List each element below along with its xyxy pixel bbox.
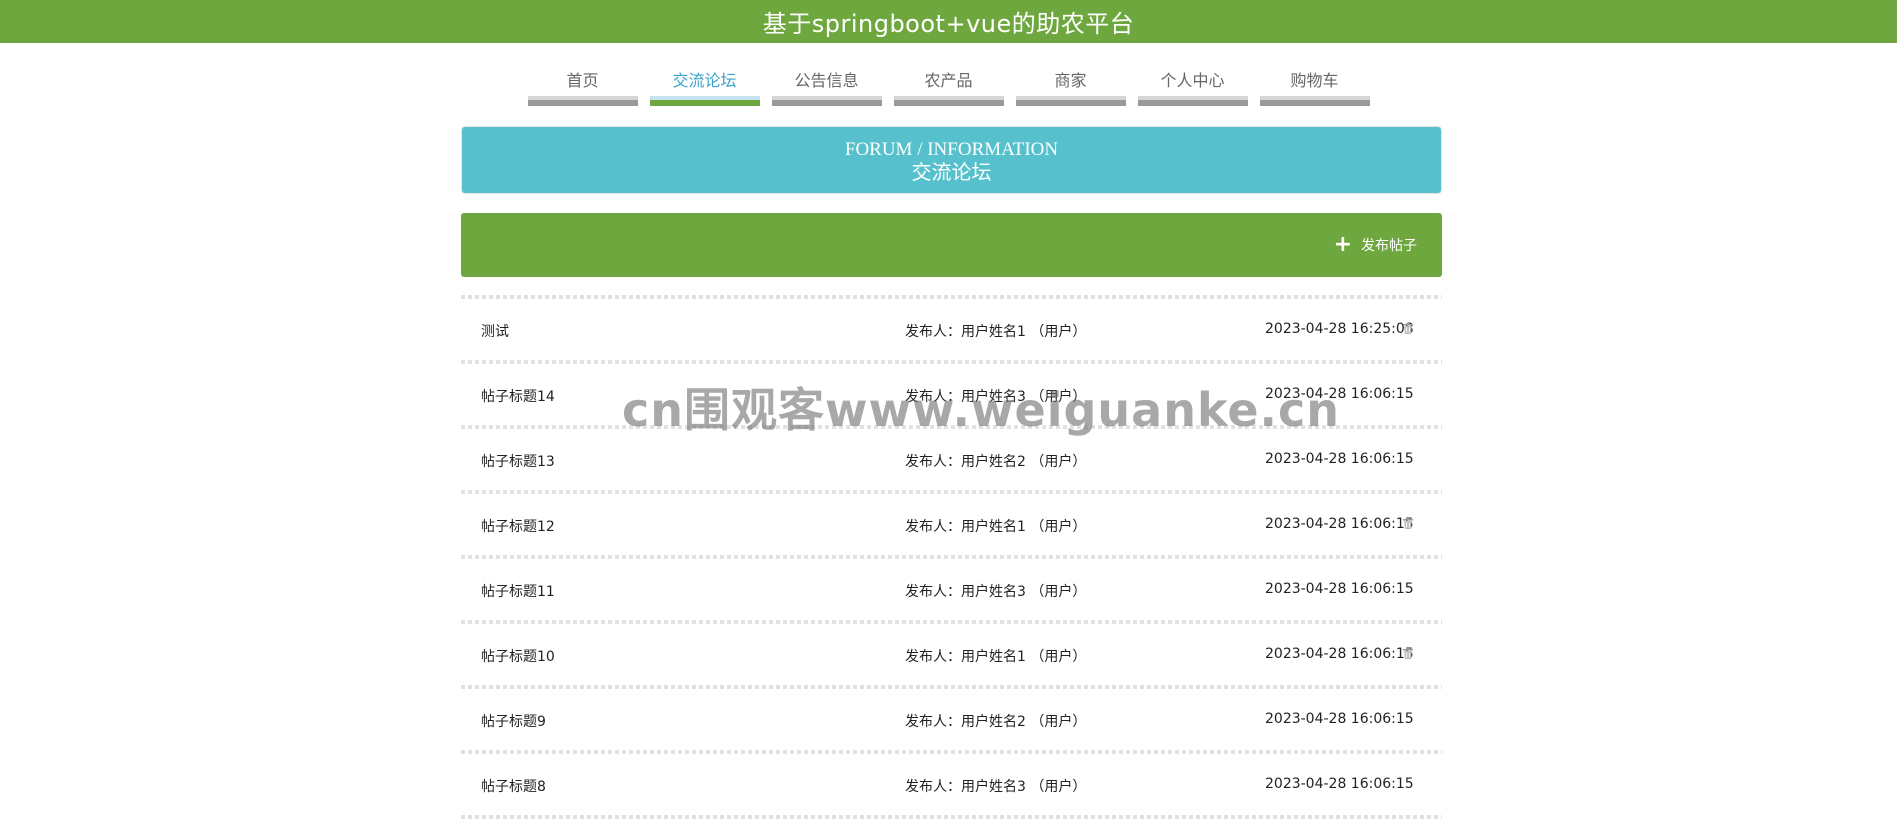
nav-item-label: 交流论坛 (672, 71, 737, 90)
nav-item-profile[interactable]: 个人中心 (1137, 43, 1248, 106)
nav-item-label: 农产品 (924, 71, 973, 90)
nav-item-label: 公告信息 (794, 71, 859, 90)
nav-item-label: 购物车 (1290, 71, 1339, 90)
trash-icon[interactable] (1403, 648, 1413, 659)
publish-post-button[interactable]: + 发布帖子 (1333, 232, 1417, 257)
top-header: 基于springboot+vue的助农平台 (0, 0, 1897, 43)
post-row: 帖子标题10 发布人：用户姓名1 （用户） 2023-04-28 16:06:1… (461, 624, 1442, 685)
nav-underline (527, 96, 638, 106)
nav-item-label: 个人中心 (1160, 71, 1225, 90)
banner-title-en: FORUM / INFORMATION (844, 139, 1059, 160)
trash-icon[interactable] (1403, 518, 1413, 529)
post-author: 发布人：用户姓名3 （用户） (905, 779, 1087, 795)
post-time: 2023-04-28 16:06:15 (1265, 711, 1414, 727)
post-row: 帖子标题11 发布人：用户姓名3 （用户） 2023-04-28 16:06:1… (461, 559, 1442, 620)
main-nav: 首页 交流论坛 公告信息 农产品 商家 个人中心 购物车 (0, 43, 1897, 115)
site-title: 基于springboot+vue的助农平台 (762, 10, 1135, 38)
nav-item-cart[interactable]: 购物车 (1259, 43, 1370, 106)
post-row: 帖子标题12 发布人：用户姓名1 （用户） 2023-04-28 16:06:1… (461, 494, 1442, 555)
post-time: 2023-04-28 16:06:15 (1265, 776, 1414, 792)
nav-item-announcements[interactable]: 公告信息 (771, 43, 882, 106)
post-row: 帖子标题9 发布人：用户姓名2 （用户） 2023-04-28 16:06:15 (461, 689, 1442, 750)
list-divider (461, 815, 1442, 819)
post-author: 发布人：用户姓名2 （用户） (905, 454, 1087, 470)
post-title[interactable]: 帖子标题9 (481, 711, 546, 731)
plus-icon: + (1333, 232, 1352, 257)
post-title[interactable]: 帖子标题10 (481, 646, 555, 666)
nav-underline (1259, 96, 1370, 106)
post-title[interactable]: 帖子标题14 (481, 386, 555, 406)
nav-underline (1137, 96, 1248, 106)
post-author: 发布人：用户姓名1 （用户） (905, 649, 1087, 665)
nav-underline (1015, 96, 1126, 106)
nav-item-merchants[interactable]: 商家 (1015, 43, 1126, 106)
post-title[interactable]: 测试 (481, 321, 509, 341)
post-row: 测试 发布人：用户姓名1 （用户） 2023-04-28 16:25:08 (461, 299, 1442, 360)
nav-underline (893, 96, 1004, 106)
section-banner: FORUM / INFORMATION 交流论坛 (461, 126, 1442, 194)
post-time: 2023-04-28 16:06:15 (1265, 581, 1414, 597)
post-author: 发布人：用户姓名1 （用户） (905, 324, 1087, 340)
post-author: 发布人：用户姓名1 （用户） (905, 519, 1087, 535)
post-time: 2023-04-28 16:06:15 (1265, 646, 1414, 662)
nav-item-label: 商家 (1054, 71, 1087, 90)
post-row: 帖子标题8 发布人：用户姓名3 （用户） 2023-04-28 16:06:15 (461, 754, 1442, 815)
post-title[interactable]: 帖子标题13 (481, 451, 555, 471)
nav-item-label: 首页 (566, 71, 599, 90)
nav-item-home[interactable]: 首页 (527, 43, 638, 106)
post-author: 发布人：用户姓名3 （用户） (905, 584, 1087, 600)
watermark-text: cn围观客www.weiguanke.cn (622, 383, 1341, 437)
nav-underline (649, 96, 760, 106)
post-title[interactable]: 帖子标题11 (481, 581, 555, 601)
post-time: 2023-04-28 16:06:15 (1265, 451, 1414, 467)
post-title[interactable]: 帖子标题8 (481, 776, 546, 796)
action-bar: + 发布帖子 (461, 213, 1442, 277)
post-time: 2023-04-28 16:06:15 (1265, 516, 1414, 532)
trash-icon[interactable] (1403, 323, 1413, 334)
post-time: 2023-04-28 16:25:08 (1265, 321, 1414, 337)
publish-post-label: 发布帖子 (1361, 238, 1417, 254)
nav-item-products[interactable]: 农产品 (893, 43, 1004, 106)
nav-item-forum[interactable]: 交流论坛 (649, 43, 760, 106)
post-title[interactable]: 帖子标题12 (481, 516, 555, 536)
post-author: 发布人：用户姓名2 （用户） (905, 714, 1087, 730)
nav-underline (771, 96, 882, 106)
banner-title-cn: 交流论坛 (911, 162, 992, 184)
